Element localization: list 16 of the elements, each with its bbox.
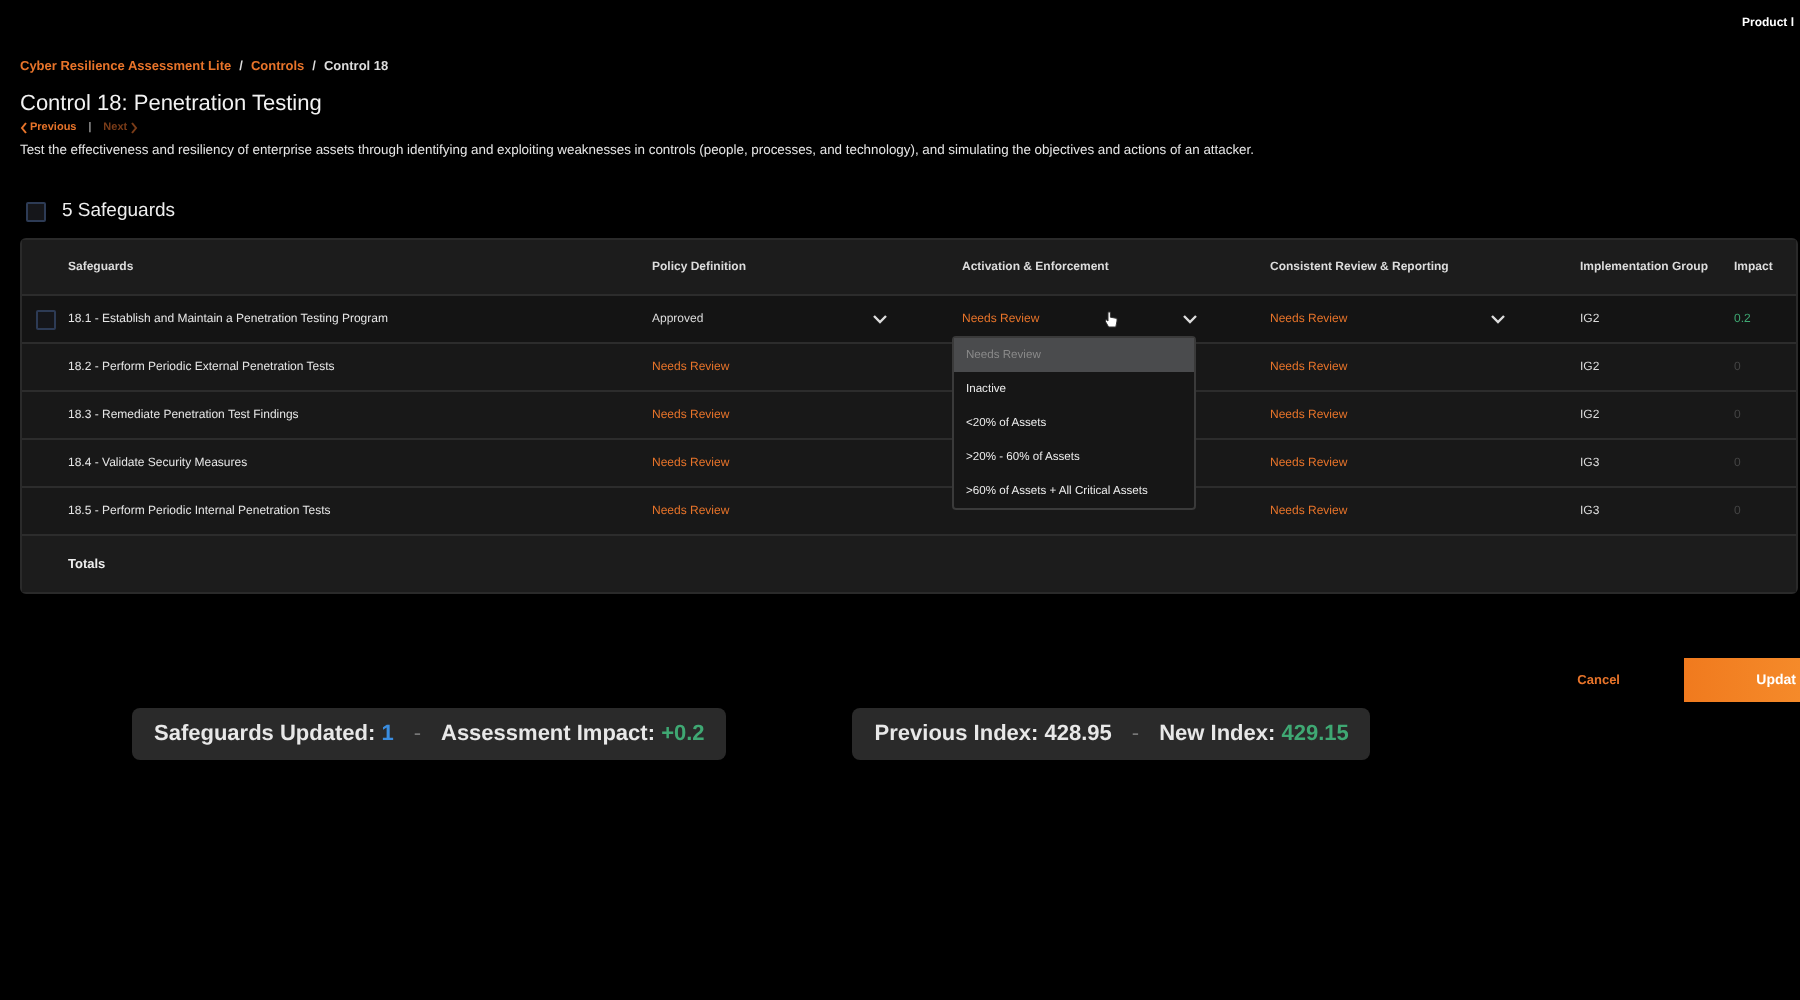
summary-stat: New Index: 429.15 <box>1159 722 1349 746</box>
chevron-right-icon <box>129 122 138 134</box>
safeguard-count: 5 Safeguards <box>62 200 176 222</box>
chevron-down-icon <box>872 314 888 324</box>
summary-stat: Safeguards Updated: 1 <box>154 722 394 746</box>
summary-stat: Assessment Impact: +0.2 <box>441 722 705 746</box>
page-title: Control 18: Penetration Testing <box>20 92 324 116</box>
checkbox[interactable] <box>26 201 46 221</box>
chevron-down-icon <box>1182 314 1198 324</box>
checkbox[interactable] <box>35 309 55 329</box>
summary-stat: Previous Index: 428.95 <box>874 722 1112 746</box>
hand-cursor-icon <box>1103 310 1118 328</box>
summary-separator: - <box>1131 722 1140 746</box>
summary-separator: - <box>413 722 421 746</box>
chevron-down-icon <box>1490 314 1506 324</box>
chevron-left-icon <box>20 122 28 134</box>
